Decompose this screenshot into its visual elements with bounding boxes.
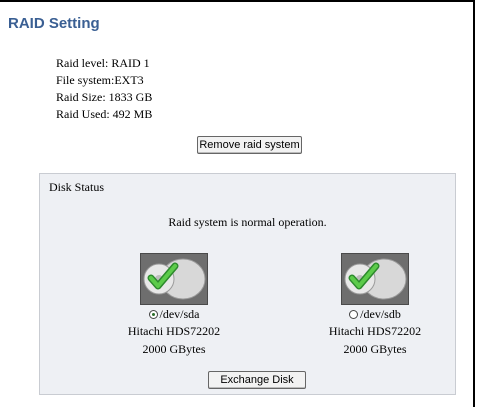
hard-disk-ok-icon xyxy=(140,253,208,305)
disk-model: Hitachi HDS72202 xyxy=(328,324,422,338)
exchange-disk-button[interactable]: Exchange Disk xyxy=(208,371,306,389)
raid-info: Raid level: RAID 1 File system:EXT3 Raid… xyxy=(56,55,152,123)
remove-raid-button[interactable]: Remove raid system xyxy=(197,136,302,154)
disk-capacity: 2000 GBytes xyxy=(142,342,206,356)
hard-disk-ok-icon xyxy=(341,253,409,305)
disk-item: /dev/sda Hitachi HDS72202 2000 GBytes xyxy=(104,253,244,358)
raid-status-message: Raid system is normal operation. xyxy=(168,215,327,229)
raid-level: Raid level: RAID 1 xyxy=(56,56,150,70)
disk-radio-sdb[interactable] xyxy=(349,310,359,319)
page-title: RAID Setting xyxy=(8,15,100,32)
disk-radio-sda[interactable] xyxy=(148,310,158,319)
disk-device-label: /dev/sda xyxy=(159,307,200,321)
raid-used: Raid Used: 492 MB xyxy=(56,107,153,121)
disk-device-label: /dev/sdb xyxy=(360,307,401,321)
raid-size: Raid Size: 1833 GB xyxy=(56,90,153,104)
disk-capacity: 2000 GBytes xyxy=(343,342,407,356)
disk-status-panel: Disk Status Raid system is normal operat… xyxy=(39,173,456,395)
disk-item: /dev/sdb Hitachi HDS72202 2000 GBytes xyxy=(305,253,445,358)
disk-model: Hitachi HDS72202 xyxy=(127,324,221,338)
file-system: File system:EXT3 xyxy=(56,73,144,87)
disk-status-title: Disk Status xyxy=(49,180,105,194)
